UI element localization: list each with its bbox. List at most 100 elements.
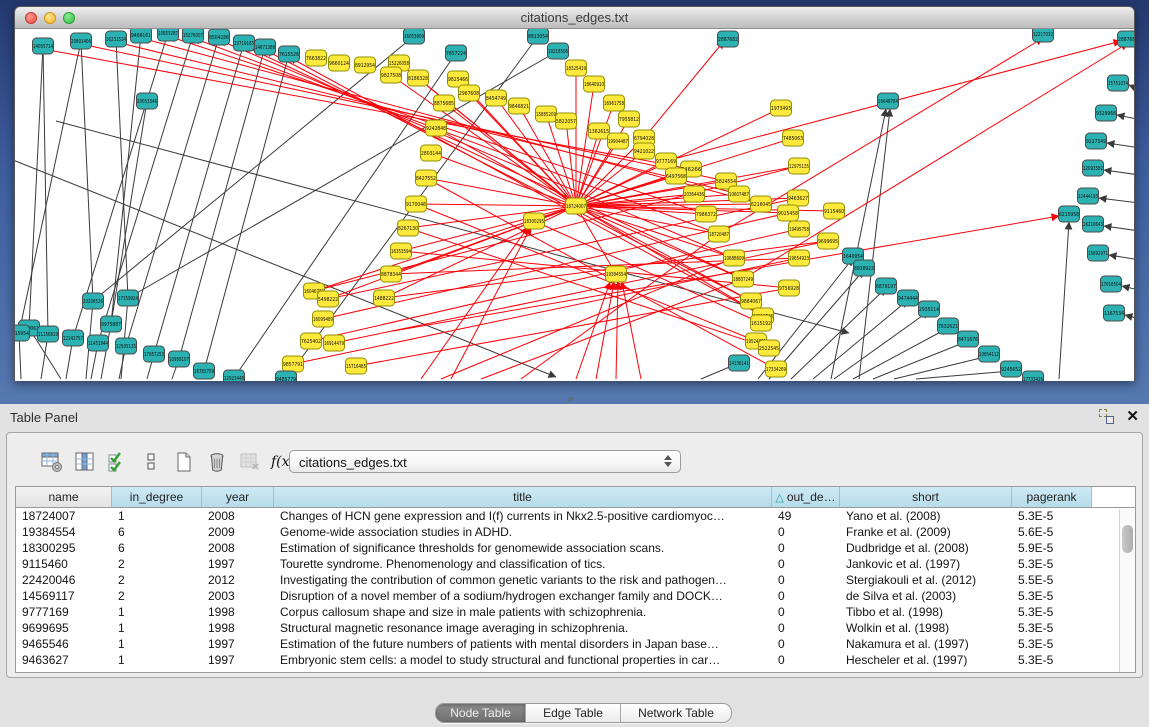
graph-node[interactable]: 9025458 bbox=[778, 205, 799, 221]
column-header-title[interactable]: title bbox=[274, 487, 772, 507]
graph-node[interactable]: 9242848 bbox=[426, 120, 447, 136]
graph-node[interactable]: 8471676 bbox=[958, 331, 979, 347]
graph-node[interactable]: 17016504 bbox=[1101, 276, 1122, 292]
graph-node[interactable]: 9699695 bbox=[818, 233, 839, 249]
graph-node[interactable]: 9474444 bbox=[898, 290, 919, 306]
graph-node[interactable]: 16782759 bbox=[194, 363, 215, 379]
tab-node-table[interactable]: Node Table bbox=[436, 704, 526, 722]
graph-node[interactable]: 7663822 bbox=[306, 50, 327, 66]
graph-node[interactable]: 2887682 bbox=[1118, 31, 1135, 47]
graph-node[interactable]: 16099489 bbox=[313, 311, 334, 327]
table-row[interactable]: 1456911722003Disruption of a novel membe… bbox=[16, 588, 1135, 604]
graph-node[interactable]: 15751074 bbox=[1108, 75, 1129, 91]
graph-node[interactable]: 8454749 bbox=[486, 90, 507, 106]
graph-node[interactable]: 8813054 bbox=[528, 29, 549, 44]
table-row[interactable]: 1872400712008Changes of HCN gene express… bbox=[16, 508, 1135, 524]
graph-node[interactable]: 15692971 bbox=[1088, 245, 1109, 261]
graph-node[interactable]: 7857224 bbox=[446, 45, 467, 61]
graph-node[interactable]: 2803144 bbox=[421, 145, 442, 161]
graph-node[interactable]: 20364436 bbox=[684, 186, 705, 202]
table-row[interactable]: 977716911998Corpus callosum shape and si… bbox=[16, 604, 1135, 620]
graph-node[interactable]: 12923448 bbox=[224, 370, 245, 381]
column-header-name[interactable]: name bbox=[16, 487, 112, 507]
graph-node[interactable]: 9227349 bbox=[1086, 133, 1107, 149]
graph-node[interactable]: 12093582 bbox=[1083, 160, 1104, 176]
table-row[interactable]: 2242004622012Investigating the contribut… bbox=[16, 572, 1135, 588]
graph-node[interactable]: 15716485 bbox=[346, 358, 367, 374]
graph-node[interactable]: 12975135 bbox=[789, 158, 810, 174]
graph-node[interactable]: 12142757 bbox=[63, 330, 84, 346]
graph-node[interactable]: 9827508 bbox=[381, 67, 402, 83]
graph-node[interactable]: 8875685 bbox=[434, 95, 455, 111]
table-scrollbar[interactable] bbox=[1119, 509, 1135, 672]
graph-node[interactable]: 9756928 bbox=[779, 280, 800, 296]
graph-node[interactable]: 20206526 bbox=[83, 293, 104, 309]
graph-node[interactable]: 18720487 bbox=[709, 226, 730, 242]
graph-node[interactable]: 10958107 bbox=[169, 351, 190, 367]
graph-node[interactable]: 14055714 bbox=[33, 38, 54, 54]
graph-node[interactable]: 1362615 bbox=[589, 123, 610, 139]
show-columns-icon[interactable] bbox=[72, 449, 98, 475]
scrollbar-thumb[interactable] bbox=[1122, 525, 1133, 553]
graph-node[interactable]: 6497568 bbox=[666, 168, 687, 184]
graph-node[interactable]: 15885209 bbox=[536, 106, 557, 122]
graph-node[interactable]: 9485779 bbox=[276, 371, 297, 381]
graph-node[interactable]: 1973493 bbox=[771, 100, 792, 116]
graph-node[interactable]: 2935114 bbox=[919, 301, 940, 317]
tab-edge-table[interactable]: Edge Table bbox=[526, 704, 621, 722]
graph-node[interactable]: 16053809 bbox=[404, 29, 425, 44]
graph-node[interactable]: 19904487 bbox=[608, 133, 629, 149]
column-header-in_degree[interactable]: in_degree bbox=[112, 487, 202, 507]
graph-node[interactable]: 10654112 bbox=[979, 346, 1000, 362]
graph-node[interactable]: 16353594 bbox=[391, 243, 412, 259]
graph-node[interactable]: 9170046 bbox=[406, 196, 427, 212]
graph-node[interactable]: 9245652 bbox=[1001, 361, 1022, 377]
graph-node[interactable]: 8878344 bbox=[381, 266, 402, 282]
graph-node[interactable]: 12505135 bbox=[116, 338, 137, 354]
graph-node[interactable]: 18325419 bbox=[566, 60, 587, 76]
graph-node[interactable]: 11156819 bbox=[38, 326, 59, 342]
graph-node[interactable]: 8186328 bbox=[408, 70, 429, 86]
graph-node[interactable]: 10719165 bbox=[234, 35, 255, 51]
graph-node[interactable]: 19384554 bbox=[606, 266, 627, 282]
graph-node[interactable]: 12217032 bbox=[1033, 29, 1054, 42]
graph-node[interactable]: 10653287 bbox=[158, 29, 179, 41]
graph-node[interactable]: 7615526 bbox=[279, 46, 300, 62]
graph-node[interactable]: 14671388 bbox=[255, 39, 276, 55]
graph-node[interactable]: 5498222 bbox=[318, 291, 339, 307]
graph-node[interactable]: 2967608 bbox=[459, 85, 480, 101]
delete-icon[interactable] bbox=[204, 449, 230, 475]
graph-node[interactable]: 9421022 bbox=[634, 143, 655, 159]
graph-node[interactable]: 12444193 bbox=[1078, 188, 1099, 204]
column-header-pagerank[interactable]: pagerank bbox=[1012, 487, 1092, 507]
table-row[interactable]: 946554611997Estimation of the future num… bbox=[16, 636, 1135, 652]
graph-node[interactable]: 8938923 bbox=[854, 260, 875, 276]
graph-node[interactable]: 19495758 bbox=[789, 221, 810, 237]
graph-node[interactable]: 17733426 bbox=[1023, 371, 1044, 381]
network-canvas[interactable]: 1405571420891406162315149466161106532871… bbox=[15, 29, 1134, 381]
close-panel-icon[interactable]: ✕ bbox=[1126, 409, 1139, 424]
graph-node[interactable]: 8267130 bbox=[398, 220, 419, 236]
graph-node[interactable]: 7485063 bbox=[783, 130, 804, 146]
graph-node[interactable]: 7986372 bbox=[696, 206, 717, 222]
graph-node[interactable]: 9660124 bbox=[329, 55, 350, 71]
table-row[interactable]: 911546021997Tourette syndrome. Phenomeno… bbox=[16, 556, 1135, 572]
graph-node[interactable]: 17359924 bbox=[118, 290, 139, 306]
graph-node[interactable]: 7955812 bbox=[619, 111, 640, 127]
graph-node[interactable]: 16914479 bbox=[324, 335, 345, 351]
graph-node[interactable]: 6879197 bbox=[876, 278, 897, 294]
column-header-year[interactable]: year bbox=[202, 487, 274, 507]
graph-node[interactable]: 5822057 bbox=[556, 113, 577, 129]
table-row[interactable]: 969969511998Structural magnetic resonanc… bbox=[16, 620, 1135, 636]
table-row[interactable]: 1938455462009Genome-wide association stu… bbox=[16, 524, 1135, 540]
graph-node[interactable]: 1615192 bbox=[751, 315, 772, 331]
graph-node[interactable]: 9777169 bbox=[656, 153, 677, 169]
select-all-icon[interactable] bbox=[105, 449, 131, 475]
float-panel-icon[interactable] bbox=[1099, 409, 1114, 424]
graph-node[interactable]: 2522545 bbox=[759, 340, 780, 356]
graph-node[interactable]: 2887682 bbox=[718, 31, 739, 47]
graph-node[interactable]: 9463627 bbox=[788, 190, 809, 206]
graph-node[interactable]: 9975887 bbox=[101, 316, 122, 332]
graph-node[interactable]: 20053346 bbox=[137, 93, 158, 109]
table-settings-icon[interactable] bbox=[39, 449, 65, 475]
